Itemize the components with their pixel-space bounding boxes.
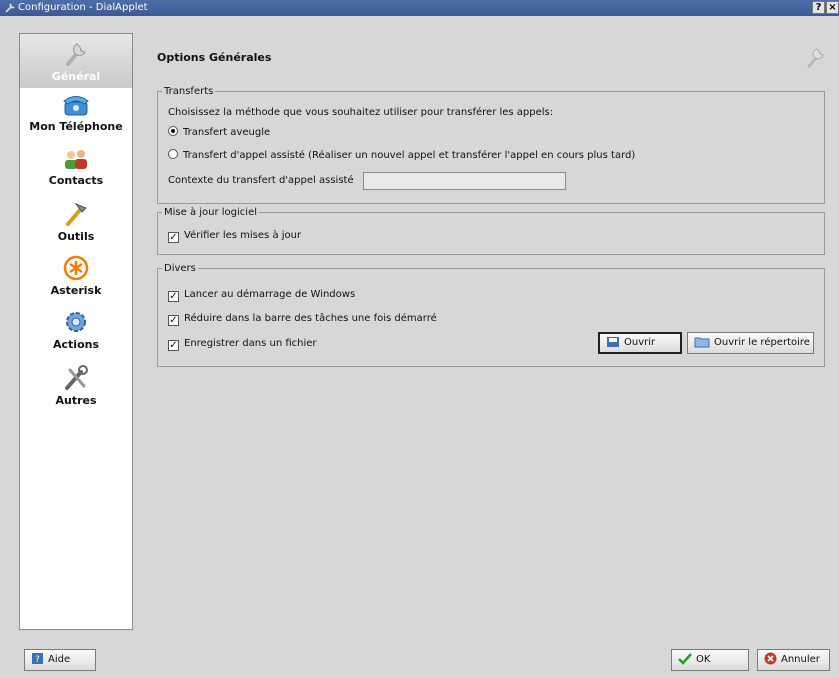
sidebar-item-label: Autres (55, 394, 97, 407)
check-updates-checkbox[interactable]: ✓ Vérifier les mises à jour (168, 230, 301, 243)
sidebar-item-label: Mon Téléphone (29, 120, 123, 133)
sidebar-item-contacts[interactable]: Contacts (20, 142, 132, 196)
checkbox-label: Enregistrer dans un fichier (184, 338, 317, 349)
actions-gear-icon (66, 312, 86, 332)
open-directory-button[interactable]: Ouvrir le répertoire (687, 332, 814, 354)
cancel-icon (764, 652, 777, 665)
title-bar: Configuration - DialApplet ? × (0, 0, 839, 16)
sidebar-item-label: Général (51, 70, 101, 83)
checkbox[interactable]: ✓ (168, 291, 179, 302)
button-label: Aide (48, 654, 71, 665)
sidebar-item-general[interactable]: Général (20, 34, 132, 88)
checkbox-label: Vérifier les mises à jour (184, 230, 302, 241)
config-window: Configuration - DialApplet ? × Général M… (0, 0, 839, 678)
cancel-button[interactable]: Annuler (757, 649, 830, 671)
ok-button[interactable]: OK (671, 649, 749, 671)
sidebar-item-mon-telephone[interactable]: Mon Téléphone (20, 88, 132, 142)
checkbox[interactable]: ✓ (168, 232, 179, 243)
asterisk-icon (63, 255, 89, 281)
button-label: Annuler (781, 654, 820, 665)
minimize-tray-checkbox[interactable]: ✓ Réduire dans la barre des tâches une fo… (168, 313, 437, 326)
sidebar: Général Mon Téléphone Contacts Outils As… (19, 33, 133, 630)
main-panel: Options Générales Transferts Choisissez … (149, 33, 829, 630)
radio-label: Transfert aveugle (183, 127, 271, 138)
sidebar-item-label: Actions (53, 338, 99, 351)
title-help-button[interactable]: ? (812, 1, 825, 14)
radio-button[interactable] (168, 126, 178, 136)
svg-text:?: ? (35, 655, 40, 665)
sidebar-item-asterisk[interactable]: Asterisk (20, 250, 132, 304)
wrench-icon (66, 43, 86, 66)
wrench-app-icon (5, 3, 15, 13)
group-legend: Mise à jour logiciel (164, 207, 258, 218)
save-file-checkbox[interactable]: ✓ Enregistrer dans un fichier (168, 338, 317, 351)
checkmark-icon (678, 653, 692, 665)
radio-transfert-aveugle[interactable]: Transfert aveugle (168, 126, 270, 138)
context-label: Contexte du transfert d'appel assisté (168, 175, 354, 186)
sidebar-item-label: Asterisk (50, 284, 102, 297)
checkbox-label: Lancer au démarrage de Windows (184, 289, 356, 300)
floppy-icon (607, 337, 619, 347)
sidebar-item-label: Contacts (48, 174, 104, 187)
open-file-button[interactable]: Ouvrir (598, 332, 682, 354)
radio-transfert-assiste[interactable]: Transfert d'appel assisté (Réaliser un n… (168, 149, 635, 161)
context-input[interactable] (363, 172, 566, 190)
contacts-icon (65, 150, 87, 169)
checkbox[interactable]: ✓ (168, 315, 179, 326)
checkbox-label: Réduire dans la barre des tâches une foi… (184, 313, 437, 324)
wrench-icon (807, 48, 824, 68)
sidebar-item-outils[interactable]: Outils (20, 196, 132, 250)
divers-group: Divers ✓ Lancer au démarrage de Windows ✓… (157, 263, 825, 367)
transferts-group: Transferts Choisissez la méthode que vou… (157, 86, 825, 204)
button-label: Ouvrir (624, 337, 656, 348)
launch-startup-checkbox[interactable]: ✓ Lancer au démarrage de Windows (168, 289, 355, 302)
sidebar-item-label: Outils (57, 230, 95, 243)
transfer-question: Choisissez la méthode que vous souhaitez… (168, 107, 554, 118)
button-label: Ouvrir le répertoire (714, 337, 810, 348)
tools-icon (66, 202, 87, 226)
window-title: Configuration - DialApplet (18, 2, 148, 13)
folder-icon (694, 337, 710, 348)
telephone-icon (63, 96, 89, 116)
group-legend: Transferts (164, 86, 214, 97)
button-label: OK (696, 654, 711, 665)
title-close-button[interactable]: × (826, 1, 839, 14)
group-legend: Divers (164, 263, 196, 274)
page-title: Options Générales (157, 51, 272, 64)
sidebar-item-autres[interactable]: Autres (20, 358, 132, 412)
help-button[interactable]: ? Aide (24, 649, 96, 671)
radio-label: Transfert d'appel assisté (Réaliser un n… (183, 150, 636, 161)
help-book-icon: ? (32, 653, 43, 665)
radio-button[interactable] (168, 149, 178, 159)
mise-a-jour-group: Mise à jour logiciel ✓ Vérifier les mises… (157, 207, 825, 255)
sidebar-item-actions[interactable]: Actions (20, 304, 132, 358)
checkbox[interactable]: ✓ (168, 340, 179, 351)
other-tools-icon (65, 365, 88, 390)
